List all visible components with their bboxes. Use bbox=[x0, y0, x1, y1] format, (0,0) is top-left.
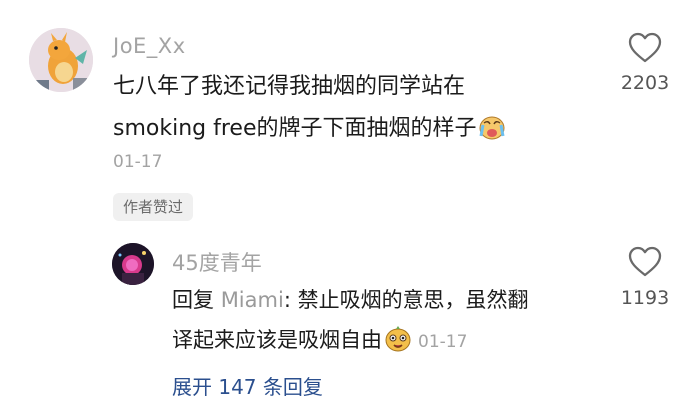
reply-prefix: 回复 bbox=[172, 288, 214, 312]
comment-text-line-2-wrap: smoking free的牌子下面抽烟的样子 bbox=[113, 108, 563, 155]
reply-date: 01-17 bbox=[418, 332, 468, 352]
comment-text-line-1: 七八年了我还记得我抽烟的同学站在 bbox=[113, 74, 466, 99]
comment-text: 七八年了我还记得我抽烟的同学站在 smoking free的牌子下面抽烟的样子 bbox=[113, 66, 563, 155]
comment-text-line-2: smoking free的牌子下面抽烟的样子 bbox=[113, 116, 477, 141]
avatar[interactable] bbox=[29, 28, 93, 92]
reply-text-line-2: 译起来应该是吸烟自由 bbox=[172, 328, 382, 352]
reply-text-line-1: 回复 Miami: 禁止吸烟的意思，虽然翻 bbox=[172, 280, 592, 320]
expand-replies-link[interactable]: 展开 147 条回复 bbox=[172, 371, 323, 400]
comment-username[interactable]: JoE_Xx bbox=[113, 34, 186, 58]
reply-text-line-2-wrap: 译起来应该是吸烟自由 01-17 bbox=[172, 320, 592, 365]
night-scene-avatar-icon bbox=[112, 243, 154, 285]
dragon-avatar-icon bbox=[29, 28, 93, 92]
author-liked-badge: 作者赞过 bbox=[113, 193, 194, 221]
comment-date: 01-17 bbox=[113, 152, 163, 172]
reply-text-line-1-body: : 禁止吸烟的意思，虽然翻 bbox=[283, 288, 529, 312]
heart-icon[interactable] bbox=[628, 32, 662, 64]
reply-avatar[interactable] bbox=[112, 243, 154, 285]
reply-like-count: 1193 bbox=[620, 287, 670, 309]
reply-username[interactable]: 45度青年 bbox=[172, 247, 262, 277]
smiling-face-icon bbox=[384, 325, 412, 365]
crying-face-icon bbox=[478, 113, 506, 155]
comment-thread: JoE_Xx 七八年了我还记得我抽烟的同学站在 smoking free的牌子下… bbox=[0, 0, 690, 407]
mention-link[interactable]: Miami bbox=[221, 288, 284, 312]
reply-text: 回复 Miami: 禁止吸烟的意思，虽然翻 译起来应该是吸烟自由 01-17 bbox=[172, 280, 592, 365]
like-count: 2203 bbox=[620, 72, 670, 94]
heart-icon[interactable] bbox=[628, 246, 662, 278]
